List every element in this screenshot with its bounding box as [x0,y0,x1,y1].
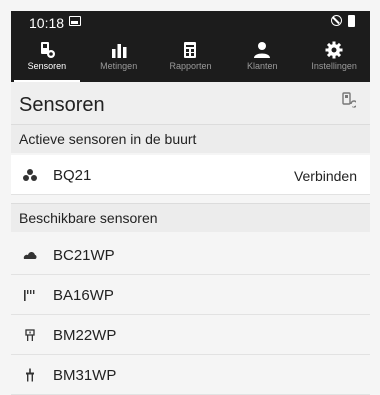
tab-bar: Sensoren Metingen Rapporten Klanten Inst… [11,35,370,82]
list-item[interactable]: BQ21 Verbinden [11,155,370,195]
available-sensors-section-header: Beschikbare sensoren [11,203,370,232]
status-bar: 10:18 [11,11,370,33]
list-item[interactable]: BM22WP [11,315,370,355]
tab-sensoren[interactable]: Sensoren [11,35,83,82]
probe-sensor-icon [26,368,34,382]
bar-chart-icon [111,44,127,58]
sensor-name: BQ21 [53,167,92,184]
tab-metingen[interactable]: Metingen [83,35,155,82]
list-item[interactable]: BA16WP [11,275,370,315]
tab-label: Rapporten [169,61,212,71]
tab-instellingen[interactable]: Instellingen [298,35,370,82]
tab-klanten[interactable]: Klanten [226,35,298,82]
active-sensors-section-header: Actieve sensoren in de buurt [11,124,370,153]
gear-icon [325,41,343,59]
do-not-disturb-icon [331,15,342,26]
status-time: 10:18 [29,15,65,31]
page-header: Sensoren [11,82,370,124]
connect-button[interactable]: Verbinden [294,168,357,184]
tab-label: Sensoren [27,61,67,71]
sensor-name: BM31WP [53,367,117,384]
sensor-sync-icon[interactable] [342,92,356,110]
section-label: Actieve sensoren in de buurt [19,131,197,147]
tab-rapporten[interactable]: Rapporten [155,35,227,82]
section-label: Beschikbare sensoren [19,210,158,226]
antenna-sensor-icon [24,290,35,301]
page-title: Sensoren [19,94,105,116]
list-item[interactable]: BC21WP [11,235,370,275]
sensor-icon [40,42,55,58]
customers-icon [254,42,271,58]
moisture-sensor-icon [25,329,35,341]
sensor-name: BA16WP [53,287,114,304]
battery-icon [348,15,355,27]
image-notification-icon [69,16,81,26]
report-icon [184,42,197,58]
tab-label: Metingen [100,61,138,71]
sensor-name: BC21WP [53,247,115,264]
list-item[interactable]: BM31WP [11,355,370,395]
sensor-name: BM22WP [53,327,117,344]
cloud-sensor-icon [23,252,37,259]
tab-label: Klanten [247,61,278,71]
app-top-bar: 10:18 Sensoren Metingen Rapporten Klante… [11,11,370,82]
tab-label: Instellingen [311,61,357,71]
nearby-sensor-icon [23,169,37,181]
